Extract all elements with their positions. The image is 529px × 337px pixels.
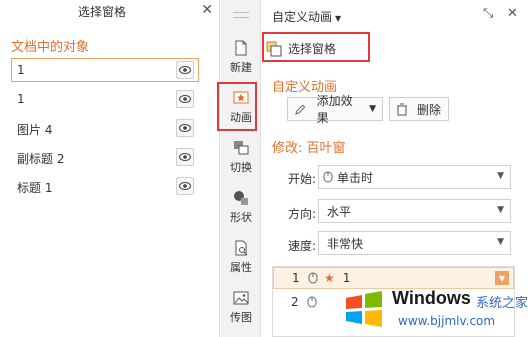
chevron-down-icon: ▼ bbox=[497, 205, 504, 215]
selection-pane-title: 选择窗格 bbox=[77, 5, 126, 19]
close-icon[interactable]: ✕ bbox=[201, 2, 213, 18]
start-label: 开始: bbox=[288, 172, 317, 186]
property-icon bbox=[235, 240, 248, 256]
tool-property[interactable]: 属性 bbox=[221, 240, 261, 275]
delete-label: 删除 bbox=[417, 102, 442, 117]
mouse-icon bbox=[323, 171, 333, 183]
chevron-down-icon: ▼ bbox=[497, 237, 504, 247]
direction-select[interactable]: 水平 ▼ bbox=[318, 199, 511, 223]
highlight-box bbox=[217, 82, 257, 131]
eye-icon[interactable] bbox=[176, 90, 194, 108]
eye-icon[interactable] bbox=[176, 177, 194, 195]
tool-label: 传图 bbox=[230, 311, 252, 324]
tool-label: 属性 bbox=[230, 261, 252, 274]
caret-down-icon: ▼ bbox=[335, 14, 342, 23]
direction-value: 水平 bbox=[327, 204, 352, 219]
windows-logo-icon bbox=[346, 291, 382, 327]
modify-title: 修改: 百叶窗 bbox=[272, 141, 346, 156]
list-item[interactable]: 标题 1 bbox=[11, 174, 199, 198]
pane-title: 自定义动画 bbox=[272, 10, 333, 24]
speed-select[interactable]: 非常快 ▼ bbox=[318, 231, 511, 255]
task-pane-tool-strip: 新建 动画 切换 形状 属性 传图 bbox=[217, 0, 261, 337]
list-item[interactable]: 1 bbox=[11, 58, 199, 82]
list-item[interactable]: 1 bbox=[11, 87, 199, 111]
animation-order: 2 bbox=[291, 295, 299, 309]
shape-icon bbox=[234, 191, 248, 205]
upload-image-icon bbox=[233, 291, 249, 305]
animation-target: 1 bbox=[342, 271, 351, 285]
pane-title-dropdown[interactable]: 自定义动画 ▼ bbox=[272, 8, 341, 25]
watermark-url: www.bjjmlv.com bbox=[398, 314, 496, 328]
tool-new[interactable]: 新建 bbox=[221, 40, 261, 75]
eye-icon[interactable] bbox=[176, 61, 194, 79]
list-item[interactable]: 副标题 2 bbox=[11, 145, 199, 169]
add-effect-label: 添加效果 bbox=[316, 94, 353, 125]
selection-pane: 选择窗格 ✕ 文档中的对象 1 1 图片 4 副标题 2 标题 1 bbox=[0, 0, 220, 337]
caret-down-icon: ▼ bbox=[369, 104, 376, 114]
objects-section-title: 文档中的对象 bbox=[11, 40, 90, 55]
speed-label: 速度: bbox=[288, 239, 317, 253]
mouse-icon bbox=[308, 272, 318, 284]
new-slide-icon bbox=[235, 40, 247, 56]
mouse-icon bbox=[307, 296, 317, 308]
tool-label: 切换 bbox=[230, 161, 252, 174]
object-label: 副标题 2 bbox=[17, 152, 65, 166]
object-list: 1 1 图片 4 副标题 2 标题 1 bbox=[11, 58, 199, 203]
delete-button[interactable]: 删除 bbox=[389, 97, 449, 121]
tool-label: 新建 bbox=[230, 61, 252, 74]
watermark-cn: 系统之家 bbox=[476, 296, 529, 311]
eye-icon[interactable] bbox=[176, 148, 194, 166]
pencil-icon bbox=[295, 103, 306, 115]
highlight-box bbox=[262, 32, 370, 62]
chevron-down-icon: ▼ bbox=[497, 171, 504, 181]
collapse-icon[interactable]: ⤡ bbox=[483, 6, 493, 21]
grip-handle[interactable] bbox=[233, 12, 249, 18]
start-select[interactable]: 单击时 ▼ bbox=[318, 165, 511, 189]
tool-shape[interactable]: 形状 bbox=[221, 190, 261, 225]
object-label: 图片 4 bbox=[17, 123, 53, 137]
direction-label: 方向: bbox=[288, 207, 317, 221]
watermark: Windows 系统之家 www.bjjmlv.com bbox=[338, 284, 529, 334]
trash-icon bbox=[397, 103, 407, 115]
tool-upload-image[interactable]: 传图 bbox=[221, 290, 261, 325]
add-effect-button[interactable]: 添加效果 ▼ bbox=[287, 94, 383, 125]
tool-transition[interactable]: 切换 bbox=[221, 140, 261, 175]
tool-label: 形状 bbox=[230, 211, 252, 224]
animation-order: 1 bbox=[292, 271, 300, 285]
start-value: 单击时 bbox=[337, 170, 374, 185]
transition-icon bbox=[234, 141, 249, 155]
object-label: 1 bbox=[17, 63, 25, 77]
chevron-down-icon[interactable]: ▼ bbox=[495, 271, 509, 285]
close-icon[interactable]: ✕ bbox=[507, 6, 518, 21]
object-label: 标题 1 bbox=[17, 181, 53, 195]
star-effect-icon: ★ bbox=[324, 271, 335, 285]
object-label: 1 bbox=[17, 92, 25, 106]
list-item[interactable]: 图片 4 bbox=[11, 116, 199, 140]
watermark-brand: Windows bbox=[392, 288, 471, 308]
speed-value: 非常快 bbox=[327, 236, 364, 251]
eye-icon[interactable] bbox=[176, 119, 194, 137]
